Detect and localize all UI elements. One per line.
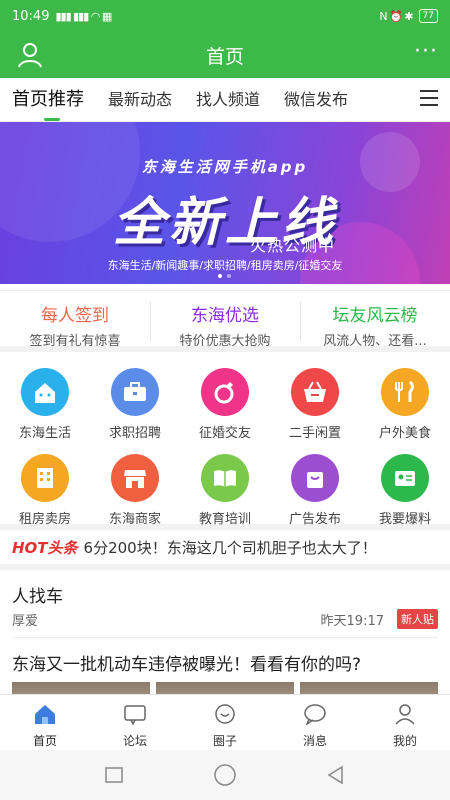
tab-recommend[interactable]: 首页推荐 bbox=[12, 78, 84, 122]
signal-icon: ▮▮▮ ▮▮▮ ◠ ▦ bbox=[55, 9, 112, 23]
category-grid: 东海生活 求职招聘 征婚交友 二手闲置 户外美食 租房卖房 东海商家 教育培训 … bbox=[0, 358, 450, 530]
recent-apps-icon[interactable] bbox=[104, 765, 124, 785]
tabbar-label: 圈子 bbox=[212, 734, 237, 748]
fork-knife-icon bbox=[381, 368, 429, 416]
menu-icon[interactable] bbox=[420, 90, 438, 106]
more-icon[interactable]: ··· bbox=[414, 40, 438, 64]
grid-item-secondhand[interactable]: 二手闲置 bbox=[270, 358, 360, 444]
tabbar-label: 首页 bbox=[32, 734, 57, 748]
grid-item-ads[interactable]: 广告发布 bbox=[270, 444, 360, 530]
tabbar-profile[interactable]: 我的 bbox=[360, 695, 450, 750]
grid-item-report[interactable]: 我要爆料 bbox=[360, 444, 450, 530]
id-card-icon bbox=[381, 454, 429, 502]
system-nav-bar bbox=[0, 750, 450, 800]
list-item[interactable]: 东海又一批机动车违停被曝光！看看有你的吗? bbox=[12, 646, 438, 675]
banner-title: 全新上线 bbox=[112, 193, 337, 253]
grid-label: 二手闲置 bbox=[288, 426, 341, 441]
tabbar-messages[interactable]: 消息 bbox=[270, 695, 360, 750]
banner-subtitle: 东海生活网手机app bbox=[141, 158, 309, 176]
grid-label: 教育培训 bbox=[198, 512, 251, 527]
grid-label: 广告发布 bbox=[288, 512, 341, 527]
post-author: 厚爱 bbox=[12, 614, 39, 629]
status-time: 10:49 bbox=[12, 8, 50, 24]
post-title: 人找车 bbox=[12, 587, 63, 607]
tabbar-circle[interactable]: 圈子 bbox=[180, 695, 270, 750]
grid-item-dating[interactable]: 征婚交友 bbox=[180, 358, 270, 444]
grid-label: 我要爆料 bbox=[378, 512, 431, 527]
nfc-icon: N ⏰ ✱ bbox=[379, 9, 413, 23]
ring-icon bbox=[201, 368, 249, 416]
building-icon bbox=[21, 454, 69, 502]
profile-icon bbox=[395, 704, 415, 725]
quick-desc: 风流人物、还看... bbox=[323, 334, 427, 349]
quick-title: 每人签到 bbox=[41, 306, 109, 326]
tabbar-home[interactable]: 首页 bbox=[0, 695, 90, 750]
grid-item-merchants[interactable]: 东海商家 bbox=[90, 444, 180, 530]
post-thumbnails bbox=[12, 682, 438, 694]
hot-text: 6分200块！东海这几个司机胆子也太大了！ bbox=[83, 538, 377, 557]
grid-item-jobs[interactable]: 求职招聘 bbox=[90, 358, 180, 444]
hot-headline[interactable]: HOT头条 6分200块！东海这几个司机胆子也太大了！ bbox=[0, 530, 450, 570]
quick-panel: 每人签到 签到有礼有惊喜 东海优选 特价优惠大抢购 坛友风云榜 风流人物、还看.… bbox=[0, 290, 450, 352]
tabbar-forum[interactable]: 论坛 bbox=[90, 695, 180, 750]
circle-chat-icon bbox=[215, 704, 235, 724]
quick-title: 东海优选 bbox=[191, 306, 259, 326]
bag-icon bbox=[291, 454, 339, 502]
quick-ranking[interactable]: 坛友风云榜 风流人物、还看... bbox=[300, 291, 450, 349]
grid-item-food[interactable]: 户外美食 bbox=[360, 358, 450, 444]
user-icon[interactable] bbox=[16, 41, 44, 69]
post-title: 东海又一批机动车违停被曝光！看看有你的吗? bbox=[12, 655, 362, 675]
tab-find-people[interactable]: 找人频道 bbox=[196, 78, 260, 122]
forum-icon bbox=[124, 705, 146, 726]
book-icon bbox=[201, 454, 249, 502]
basket-icon bbox=[291, 368, 339, 416]
post-time: 昨天19:17 bbox=[320, 614, 384, 629]
quick-checkin[interactable]: 每人签到 签到有礼有惊喜 bbox=[0, 291, 150, 349]
thumbnail-image bbox=[156, 682, 294, 694]
thumbnail-image bbox=[300, 682, 438, 694]
battery-icon: 77 bbox=[418, 9, 438, 23]
quick-desc: 特价优惠大抢购 bbox=[179, 334, 271, 349]
grid-label: 租房卖房 bbox=[18, 512, 71, 527]
quick-desc: 签到有礼有惊喜 bbox=[29, 334, 121, 349]
store-icon bbox=[111, 454, 159, 502]
home-button-icon[interactable] bbox=[213, 763, 237, 787]
quick-deals[interactable]: 东海优选 特价优惠大抢购 bbox=[150, 291, 300, 349]
quick-title: 坛友风云榜 bbox=[332, 306, 418, 326]
message-icon bbox=[304, 704, 326, 726]
tabbar-label: 消息 bbox=[302, 734, 327, 748]
grid-label: 征婚交友 bbox=[198, 426, 251, 441]
category-tabs: 首页推荐 最新动态 找人频道 微信发布 bbox=[0, 78, 450, 122]
page-title: 首页 bbox=[205, 45, 244, 68]
tabbar-label: 论坛 bbox=[122, 734, 147, 748]
house-icon bbox=[21, 368, 69, 416]
thumbnail-image bbox=[12, 682, 150, 694]
briefcase-icon bbox=[111, 368, 159, 416]
hot-logo: HOT头条 bbox=[12, 538, 78, 557]
back-icon[interactable] bbox=[326, 765, 346, 785]
post-meta: 厚爱 昨天19:17 新人贴 bbox=[12, 609, 438, 629]
banner[interactable]: 东海生活网手机app 全新上线 火热公测中 东海生活/新闻趣事/求职招聘/租房卖… bbox=[0, 122, 450, 284]
app-header: 首页 ··· bbox=[0, 32, 450, 78]
grid-label: 求职招聘 bbox=[108, 426, 161, 441]
list-item[interactable]: 人找车 厚爱 昨天19:17 新人贴 bbox=[12, 576, 438, 638]
banner-testing: 火热公测中 bbox=[250, 236, 336, 255]
tab-wechat[interactable]: 微信发布 bbox=[284, 78, 348, 122]
grid-label: 户外美食 bbox=[378, 426, 431, 441]
bottom-tab-bar: 首页 论坛 圈子 消息 我的 bbox=[0, 694, 450, 750]
grid-item-housing[interactable]: 租房卖房 bbox=[0, 444, 90, 530]
new-user-badge: 新人贴 bbox=[397, 609, 438, 629]
tabbar-label: 我的 bbox=[392, 734, 417, 748]
home-icon bbox=[35, 705, 55, 724]
tab-latest[interactable]: 最新动态 bbox=[108, 78, 172, 122]
grid-label: 东海商家 bbox=[108, 512, 161, 527]
banner-indicator bbox=[218, 274, 231, 278]
grid-item-life[interactable]: 东海生活 bbox=[0, 358, 90, 444]
status-bar: 10:49 ▮▮▮ ▮▮▮ ◠ ▦ N ⏰ ✱ 77 bbox=[0, 0, 450, 32]
grid-item-education[interactable]: 教育培训 bbox=[180, 444, 270, 530]
banner-tags: 东海生活/新闻趣事/求职招聘/租房卖房/征婚交友 bbox=[107, 259, 343, 272]
grid-label: 东海生活 bbox=[18, 426, 71, 441]
